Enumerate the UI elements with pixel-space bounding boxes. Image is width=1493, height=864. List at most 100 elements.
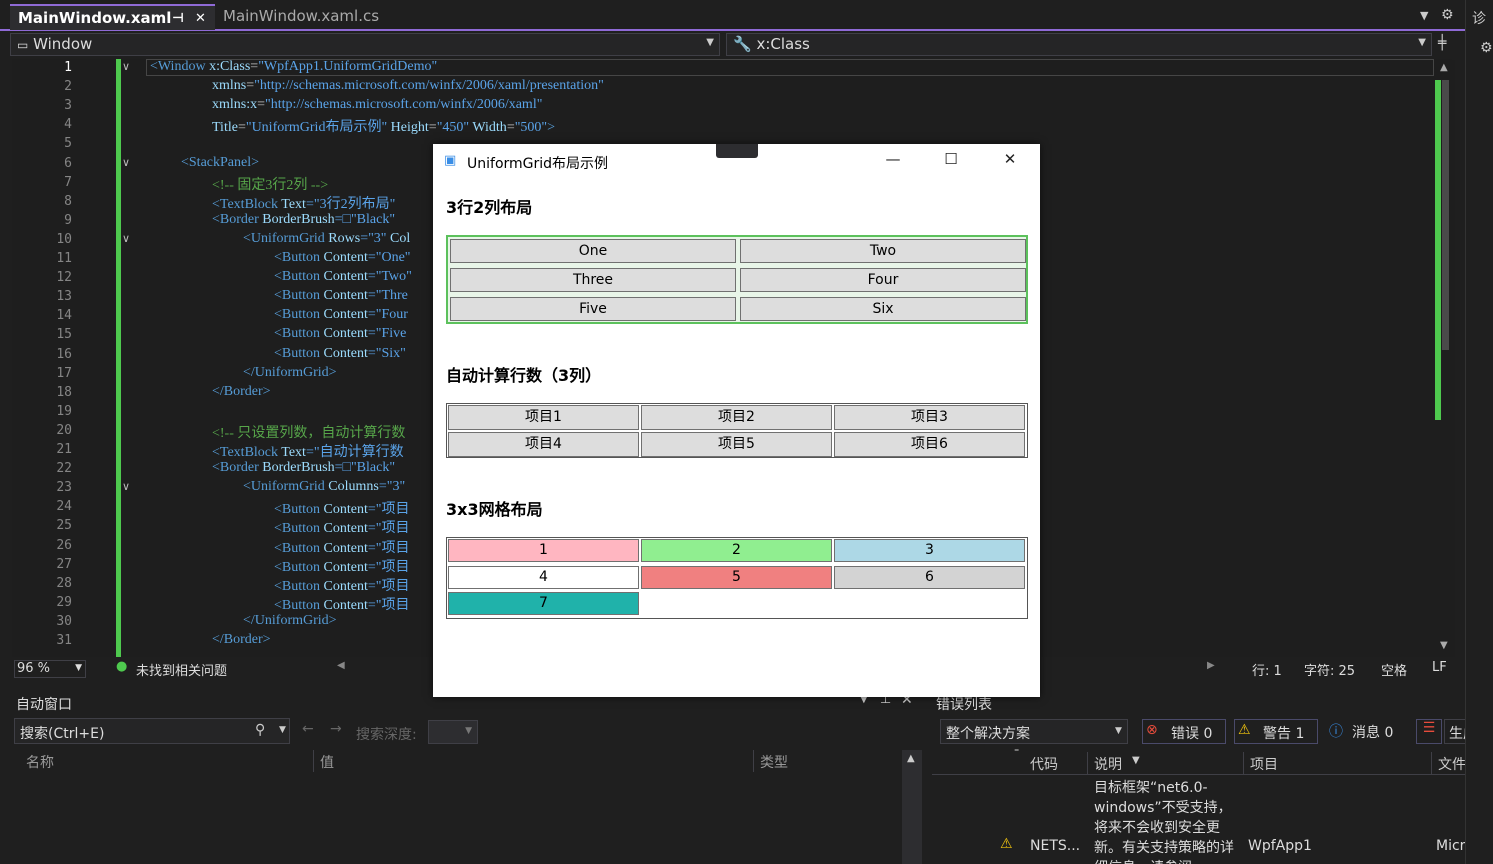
- grid-button[interactable]: Four: [740, 268, 1026, 292]
- column-header-project[interactable]: 项目: [1244, 752, 1432, 774]
- member-combo[interactable]: 🔧 x:Class ▼: [726, 33, 1432, 56]
- zoom-combo[interactable]: 96 % ▼: [14, 660, 86, 678]
- code-line[interactable]: <Button Content="项目: [274, 575, 409, 595]
- code-line[interactable]: <!-- 固定3行2列 -->: [212, 174, 328, 194]
- code-line[interactable]: <Button Content="项目: [274, 498, 409, 518]
- grid-button[interactable]: Five: [450, 297, 736, 321]
- fold-toggle-icon[interactable]: ∨: [122, 60, 130, 73]
- grid-button[interactable]: 项目2: [641, 405, 832, 430]
- column-header-value[interactable]: 值: [314, 750, 754, 772]
- code-line[interactable]: <Button Content="Six": [274, 346, 406, 362]
- grid-button[interactable]: 项目6: [834, 432, 1025, 457]
- code-line[interactable]: </Border>: [212, 632, 271, 648]
- code-line[interactable]: </Border>: [212, 384, 271, 400]
- gear-icon[interactable]: ⚙: [1480, 40, 1493, 56]
- code-line[interactable]: <Button Content="Four: [274, 307, 408, 323]
- minimize-icon[interactable]: —: [873, 150, 913, 168]
- grid-cell[interactable]: 6: [834, 565, 1025, 589]
- fold-toggle-icon[interactable]: ∨: [122, 232, 130, 245]
- line-indicator[interactable]: 行: 1: [1252, 660, 1282, 679]
- pin-icon[interactable]: ⊣: [172, 11, 184, 26]
- code-line[interactable]: <Button Content="项目: [274, 537, 409, 557]
- grid-cell[interactable]: 4: [448, 565, 639, 589]
- code-line[interactable]: </UniformGrid>: [243, 365, 337, 381]
- code-line[interactable]: <Button Content="项目: [274, 517, 409, 537]
- chevron-down-icon[interactable]: ▼: [279, 725, 286, 735]
- column-header-type[interactable]: 类型: [754, 750, 900, 772]
- search-box[interactable]: 搜索(Ctrl+E) ⚲ ▼: [14, 718, 290, 744]
- maximize-icon[interactable]: ☐: [931, 150, 971, 168]
- filter-icon[interactable]: ▼: [1132, 755, 1140, 766]
- window-titlebar[interactable]: ▣ UniformGrid布局示例 — ☐ ✕: [433, 144, 1040, 178]
- editor-vertical-scrollbar[interactable]: ▲ ▼: [1435, 60, 1455, 657]
- char-indicator[interactable]: 字符: 25: [1304, 660, 1355, 679]
- errors-filter-button[interactable]: ⊗ 错误 0: [1142, 719, 1226, 744]
- back-arrow-icon[interactable]: ←: [302, 721, 314, 737]
- filter-toggle-icon[interactable]: ☰: [1416, 719, 1442, 744]
- grid-cell[interactable]: 1: [448, 539, 639, 562]
- grid-button[interactable]: 项目1: [448, 405, 639, 430]
- scroll-up-icon[interactable]: ▲: [907, 753, 915, 764]
- scroll-up-icon[interactable]: ▲: [1440, 62, 1448, 73]
- issues-status[interactable]: 未找到相关问题: [136, 660, 227, 679]
- autos-vertical-scrollbar[interactable]: ▲: [902, 750, 922, 864]
- column-header-code[interactable]: 代码: [1024, 752, 1088, 774]
- close-icon[interactable]: ✕: [195, 11, 206, 26]
- code-line[interactable]: <!-- 只设置列数，自动计算行数: [212, 422, 405, 442]
- tab-mainwindow-xaml-cs[interactable]: MainWindow.xaml.cs: [215, 4, 432, 30]
- scroll-down-icon[interactable]: ▼: [1440, 640, 1448, 651]
- code-line[interactable]: <UniformGrid Rows="3" Col: [243, 231, 410, 247]
- code-line[interactable]: <Border BorderBrush=□"Black": [212, 212, 395, 228]
- code-line[interactable]: <StackPanel>: [181, 155, 259, 171]
- code-line[interactable]: xmlns:x="http://schemas.microsoft.com/wi…: [212, 97, 542, 113]
- code-line[interactable]: <Button Content="One": [274, 250, 411, 266]
- table-row[interactable]: ⚠ NETS... 目标框架“net6.0-windows”不受支持，将来不会收…: [932, 776, 1493, 864]
- whitespace-indicator[interactable]: 空格: [1381, 660, 1407, 679]
- forward-arrow-icon[interactable]: →: [330, 721, 342, 737]
- code-line[interactable]: <TextBlock Text="3行2列布局": [212, 193, 395, 213]
- type-combo[interactable]: ▭ Window ▼: [10, 33, 720, 56]
- code-line[interactable]: <Button Content="Thre: [274, 288, 408, 304]
- code-line[interactable]: <TextBlock Text="自动计算行数: [212, 441, 404, 461]
- code-line[interactable]: <UniformGrid Columns="3": [243, 479, 405, 495]
- grid-cell[interactable]: 3: [834, 539, 1025, 562]
- gear-icon[interactable]: ⚙: [1441, 7, 1454, 23]
- grid-button[interactable]: 项目4: [448, 432, 639, 457]
- drag-handle[interactable]: [716, 144, 758, 158]
- scrollbar-thumb[interactable]: [1442, 80, 1449, 350]
- code-line[interactable]: </UniformGrid>: [243, 613, 337, 629]
- grid-button[interactable]: 项目5: [641, 432, 832, 457]
- code-line[interactable]: <Button Content="Two": [274, 269, 412, 285]
- search-input[interactable]: 搜索(Ctrl+E): [20, 723, 104, 743]
- grid-button[interactable]: Six: [740, 297, 1026, 321]
- code-line[interactable]: <Border BorderBrush=□"Black": [212, 460, 395, 476]
- code-line[interactable]: <Button Content="Five: [274, 326, 406, 342]
- grid-button[interactable]: Two: [740, 239, 1026, 263]
- tab-mainwindow-xaml[interactable]: MainWindow.xaml ⊣ ✕: [10, 4, 215, 30]
- eol-indicator[interactable]: LF: [1432, 660, 1447, 675]
- code-line[interactable]: <Button Content="项目: [274, 594, 409, 614]
- column-header-description[interactable]: 说明: [1088, 752, 1244, 774]
- column-header-name[interactable]: 名称: [20, 750, 314, 772]
- grid-cell[interactable]: 7: [448, 592, 639, 615]
- search-icon[interactable]: ⚲: [255, 722, 265, 738]
- grid-button[interactable]: One: [450, 239, 736, 263]
- code-line[interactable]: Title="UniformGrid布局示例" Height="450" Wid…: [212, 116, 555, 136]
- depth-combo[interactable]: ▼: [428, 720, 478, 744]
- scope-combo[interactable]: 整个解决方案 ▼: [940, 719, 1128, 744]
- tab-overflow-icon[interactable]: ▼: [1420, 9, 1428, 22]
- fold-toggle-icon[interactable]: ∨: [122, 480, 130, 493]
- grid-cell[interactable]: 2: [641, 539, 832, 562]
- code-line[interactable]: <Button Content="项目: [274, 556, 409, 576]
- split-icon[interactable]: ╪: [1438, 35, 1446, 51]
- code-line[interactable]: <Window x:Class="WpfApp1.UniformGridDemo…: [150, 59, 437, 75]
- scroll-left-icon[interactable]: ◀: [337, 660, 345, 671]
- code-line[interactable]: xmlns="http://schemas.microsoft.com/winf…: [212, 78, 604, 94]
- grid-button[interactable]: Three: [450, 268, 736, 292]
- warnings-filter-button[interactable]: ⚠ 警告 1: [1234, 719, 1318, 744]
- close-icon[interactable]: ✕: [990, 150, 1030, 168]
- scroll-right-icon[interactable]: ▶: [1207, 660, 1215, 671]
- messages-filter-button[interactable]: ⓘ 消息 0: [1326, 719, 1406, 744]
- fold-toggle-icon[interactable]: ∨: [122, 156, 130, 169]
- grid-cell[interactable]: 5: [641, 565, 832, 589]
